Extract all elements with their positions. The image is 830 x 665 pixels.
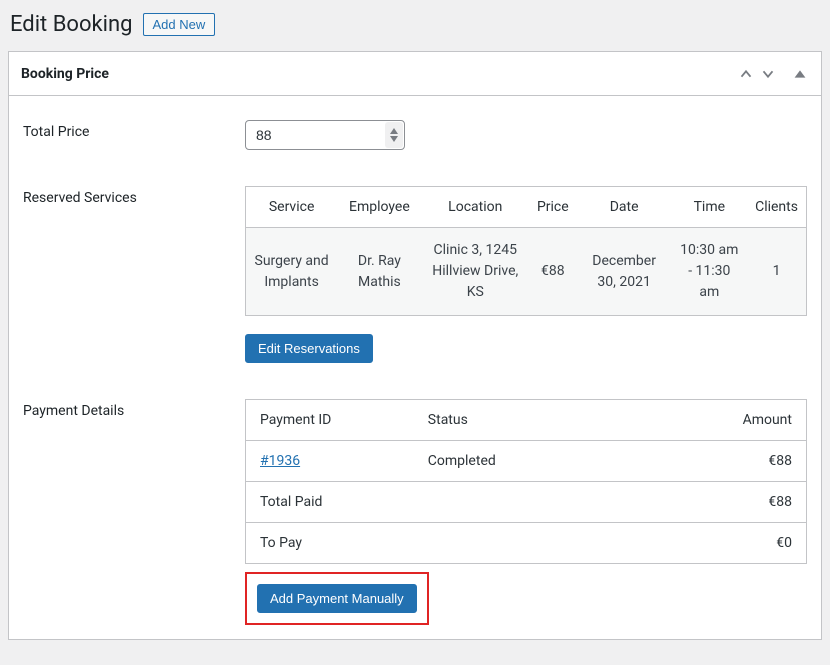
date-cell: December 30, 2021 (577, 228, 672, 316)
employee-link[interactable]: Dr. Ray Mathis (337, 228, 421, 316)
payment-row: #1936 Completed €88 (246, 441, 807, 482)
add-payment-manually-button[interactable]: Add Payment Manually (257, 584, 417, 613)
number-spinner[interactable] (385, 122, 403, 148)
col-employee: Employee (337, 187, 421, 228)
total-paid-row: Total Paid €88 (246, 482, 807, 523)
add-new-button[interactable]: Add New (143, 13, 216, 36)
highlight-box: Add Payment Manually (245, 572, 429, 625)
panel-actions (737, 65, 809, 83)
col-date: Date (577, 187, 672, 228)
edit-reservations-button[interactable]: Edit Reservations (245, 334, 373, 363)
col-service: Service (246, 187, 338, 228)
total-price-row: Total Price (23, 120, 807, 150)
total-price-label: Total Price (23, 120, 245, 140)
time-cell: 10:30 am - 11:30 am (672, 228, 748, 316)
chevron-down-icon[interactable] (759, 65, 777, 83)
col-amount: Amount (610, 400, 806, 441)
to-pay-row: To Pay €0 (246, 523, 807, 564)
col-status: Status (414, 400, 610, 441)
panel-body: Total Price Reserved Services Service (9, 96, 821, 639)
col-clients: Clients (747, 187, 806, 228)
to-pay-label: To Pay (246, 523, 611, 564)
payment-amount: €88 (610, 441, 806, 482)
page-header: Edit Booking Add New (8, 8, 822, 51)
panel-title: Booking Price (21, 66, 109, 82)
col-location: Location (422, 187, 529, 228)
total-price-input[interactable] (245, 120, 405, 150)
col-payment-id: Payment ID (246, 400, 414, 441)
location-link[interactable]: Clinic 3, 1245 Hillview Drive, KS (422, 228, 529, 316)
payment-id-link[interactable]: #1936 (260, 453, 300, 469)
col-price: Price (529, 187, 577, 228)
total-paid-value: €88 (610, 482, 806, 523)
table-row: Surgery and Implants Dr. Ray Mathis Clin… (246, 228, 807, 316)
payment-table: Payment ID Status Amount #1936 Completed… (245, 399, 807, 564)
services-table: Service Employee Location Price Date Tim… (245, 186, 807, 316)
chevron-up-icon[interactable] (737, 65, 755, 83)
page-title: Edit Booking (10, 12, 133, 37)
spinner-up-icon[interactable] (389, 127, 399, 135)
price-cell: €88 (529, 228, 577, 316)
panel-header: Booking Price (9, 52, 821, 96)
reserved-services-label: Reserved Services (23, 186, 245, 206)
triangle-up-icon[interactable] (791, 65, 809, 83)
to-pay-value: €0 (610, 523, 806, 564)
reserved-services-row: Reserved Services Service Employee Locat… (23, 186, 807, 363)
col-time: Time (672, 187, 748, 228)
total-paid-label: Total Paid (246, 482, 611, 523)
service-link[interactable]: Surgery and Implants (246, 228, 338, 316)
clients-cell: 1 (747, 228, 806, 316)
booking-price-panel: Booking Price Total Price Reserved Servi… (8, 51, 822, 640)
payment-status: Completed (414, 441, 610, 482)
payment-details-row: Payment Details Payment ID Status Amount… (23, 399, 807, 625)
payment-details-label: Payment Details (23, 399, 245, 419)
spinner-down-icon[interactable] (389, 135, 399, 143)
